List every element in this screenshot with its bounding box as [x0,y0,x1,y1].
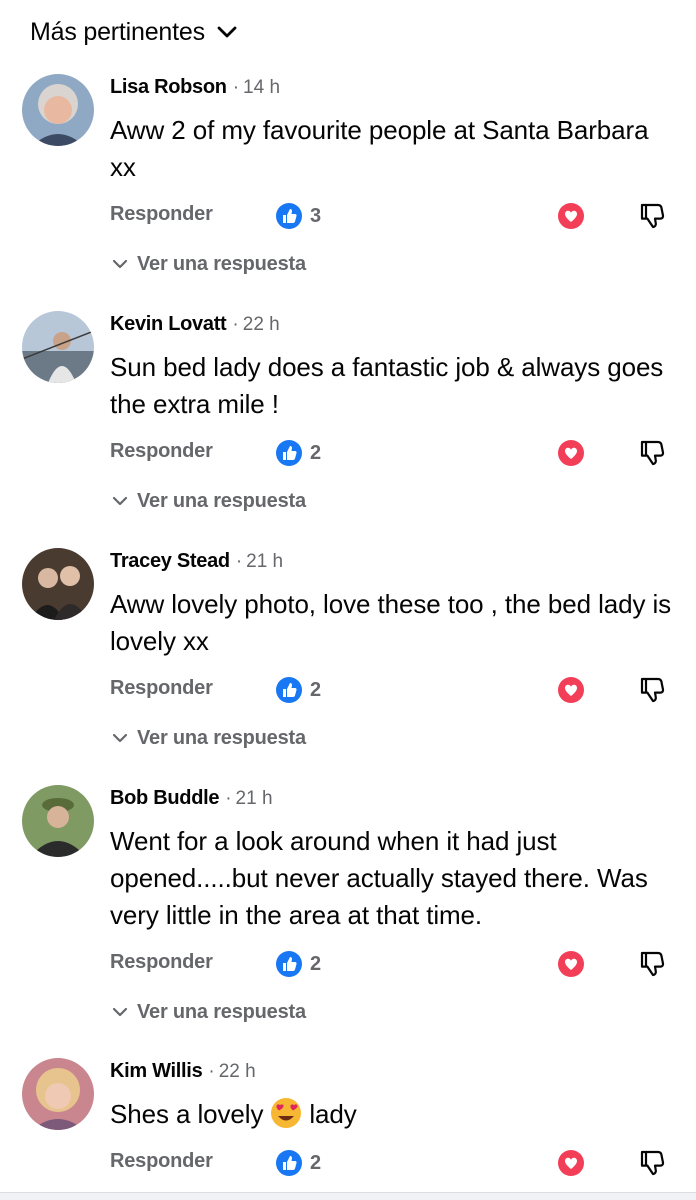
reaction-count[interactable]: 2 [275,1148,321,1178]
heart-reaction-icon[interactable] [557,1149,585,1177]
reply-button[interactable]: Responder [110,203,213,226]
meta-separator: · [232,314,239,335]
comment-timestamp: 14 h [243,77,281,98]
meta-separator: · [235,551,243,572]
chevron-down-icon [110,254,130,274]
heart-reaction-icon[interactable] [557,950,585,978]
like-reaction-icon [275,950,303,978]
view-replies-label: Ver una respuesta [137,489,306,512]
like-count: 3 [310,204,322,227]
reaction-count[interactable]: 2 [275,949,321,979]
chevron-down-icon [215,20,239,44]
view-replies-link[interactable]: Ver una respuesta [110,999,306,1025]
dislike-icon[interactable] [637,1148,667,1178]
comment-text: Aww 2 of my favourite people at Santa Ba… [110,115,649,182]
meta-separator: · [225,788,232,809]
like-count: 2 [310,678,322,701]
view-replies-label: Ver una respuesta [137,252,306,275]
meta-separator: · [208,1061,215,1082]
reply-button[interactable]: Responder [110,1150,213,1173]
view-replies-link[interactable]: Ver una respuesta [110,488,306,514]
dislike-icon[interactable] [637,949,667,979]
avatar[interactable] [22,311,94,383]
chevron-down-icon [110,728,130,748]
comment-author[interactable]: Kim Willis [110,1060,203,1083]
comment-text: Shes a lovely lady [110,1096,680,1133]
comment-text: Sun bed lady does a fantastic job & alwa… [110,352,664,419]
like-count: 2 [310,952,322,975]
comment-author[interactable]: Tracey Stead [110,550,230,573]
comment-text: Aww lovely photo, love these too , the b… [110,589,672,656]
avatar[interactable] [22,1058,94,1130]
dislike-icon[interactable] [637,675,667,705]
reply-button[interactable]: Responder [110,951,213,974]
comment-text-part: Shes a lovely [110,1099,264,1129]
view-replies-link[interactable]: Ver una respuesta [110,725,306,751]
heart-eyes-emoji-icon [269,1096,303,1130]
like-count: 2 [310,1151,322,1174]
like-count: 2 [310,441,322,464]
view-replies-label: Ver una respuesta [137,1000,306,1023]
dislike-icon[interactable] [637,201,667,231]
comment-author[interactable]: Lisa Robson [110,76,227,99]
avatar[interactable] [22,785,94,857]
like-reaction-icon [275,676,303,704]
avatar[interactable] [22,74,94,146]
comment-timestamp: 21 h [235,788,273,809]
comment-timestamp: 22 h [218,1061,256,1082]
comment-text-part: lady [309,1099,357,1129]
comment-composer-edge [0,1192,696,1200]
like-reaction-icon [275,439,303,467]
avatar[interactable] [22,548,94,620]
reply-button[interactable]: Responder [110,677,213,700]
dislike-icon[interactable] [637,438,667,468]
reaction-count[interactable]: 3 [275,201,321,231]
reaction-count[interactable]: 2 [275,438,321,468]
view-replies-label: Ver una respuesta [137,726,306,749]
chevron-down-icon [110,491,130,511]
like-reaction-icon [275,1149,303,1177]
reply-button[interactable]: Responder [110,440,213,463]
reaction-count[interactable]: 2 [275,675,321,705]
view-replies-link[interactable]: Ver una respuesta [110,251,306,277]
like-reaction-icon [275,202,303,230]
chevron-down-icon [110,1002,130,1022]
sort-dropdown[interactable]: Más pertinentes [30,14,239,50]
heart-reaction-icon[interactable] [557,676,585,704]
comment-author[interactable]: Bob Buddle [110,787,220,810]
meta-separator: · [232,77,240,98]
comment-text: Went for a look around when it had just … [110,826,648,930]
comment-author[interactable]: Kevin Lovatt [110,313,227,336]
heart-reaction-icon[interactable] [557,202,585,230]
comment-timestamp: 21 h [246,551,284,572]
heart-reaction-icon[interactable] [557,439,585,467]
sort-label: Más pertinentes [30,17,205,46]
comment-timestamp: 22 h [242,314,280,335]
